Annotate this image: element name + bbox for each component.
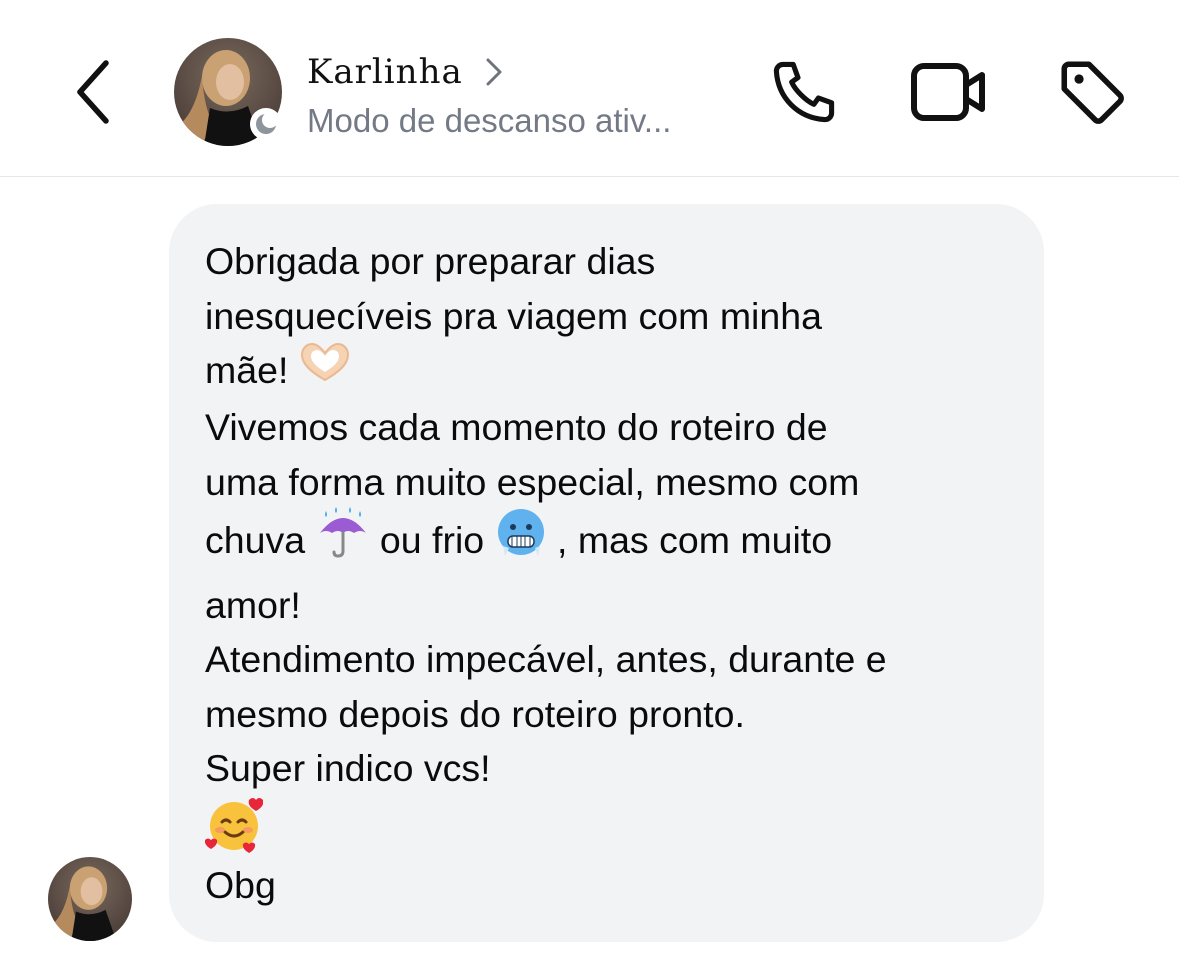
phone-icon [773,61,835,123]
cold-face-emoji [495,506,547,573]
message-line: inesquecíveis pra viagem com minha [205,294,822,337]
contact-status: Modo de descanso ativ... [307,102,672,139]
chevron-left-icon [77,60,109,124]
message-line: Obrigada por preparar dias [205,240,656,282]
message-line: mãe! [205,349,289,391]
sender-avatar[interactable] [48,857,132,941]
tag-button[interactable] [1052,52,1132,132]
message-line: , mas com muito [557,519,833,562]
message-line: Atendimento impecável, antes, durante e [205,638,887,681]
chat-header: Karlinha Modo de descanso ativ... [0,0,1179,177]
status-indicator [250,108,282,140]
video-camera-icon [911,63,985,121]
contact-name-button[interactable]: Karlinha [307,52,503,92]
message-line: ou frio [379,519,485,562]
message-paragraph-3: Atendimento impecável, antes, durante e … [205,632,1008,741]
umbrella-rain-emoji [316,505,370,574]
message-paragraph-1: Obrigada por preparar dias inesquecíveis… [205,234,1008,400]
message-line: Super indico vcs! [205,747,491,790]
chevron-right-icon [486,58,502,86]
message-bubble[interactable]: Obrigada por preparar dias inesquecíveis… [169,204,1044,942]
smiling-face-with-hearts-emoji [204,796,1008,858]
contact-avatar-button[interactable] [174,38,282,146]
message-line: mesmo depois do roteiro pronto. [205,692,745,735]
heart-hands-emoji [299,342,351,397]
back-button[interactable] [62,52,126,132]
message-line: amor! [205,583,301,626]
message-line: Obg [205,863,276,906]
message-paragraph-5: Obg [205,858,1008,913]
message-line: Vivemos cada momento do roteiro de [205,406,828,449]
message-line: uma forma muito especial, mesmo com [205,460,860,503]
tag-icon [1061,61,1124,124]
message-paragraph-4: Super indico vcs! [205,741,1008,796]
message-line: chuva [205,519,306,562]
call-button[interactable] [764,52,844,132]
video-call-button[interactable] [908,52,988,132]
message-paragraph-2: Vivemos cada momento do roteiro de uma f… [205,400,1008,632]
contact-name: Karlinha [307,52,463,92]
